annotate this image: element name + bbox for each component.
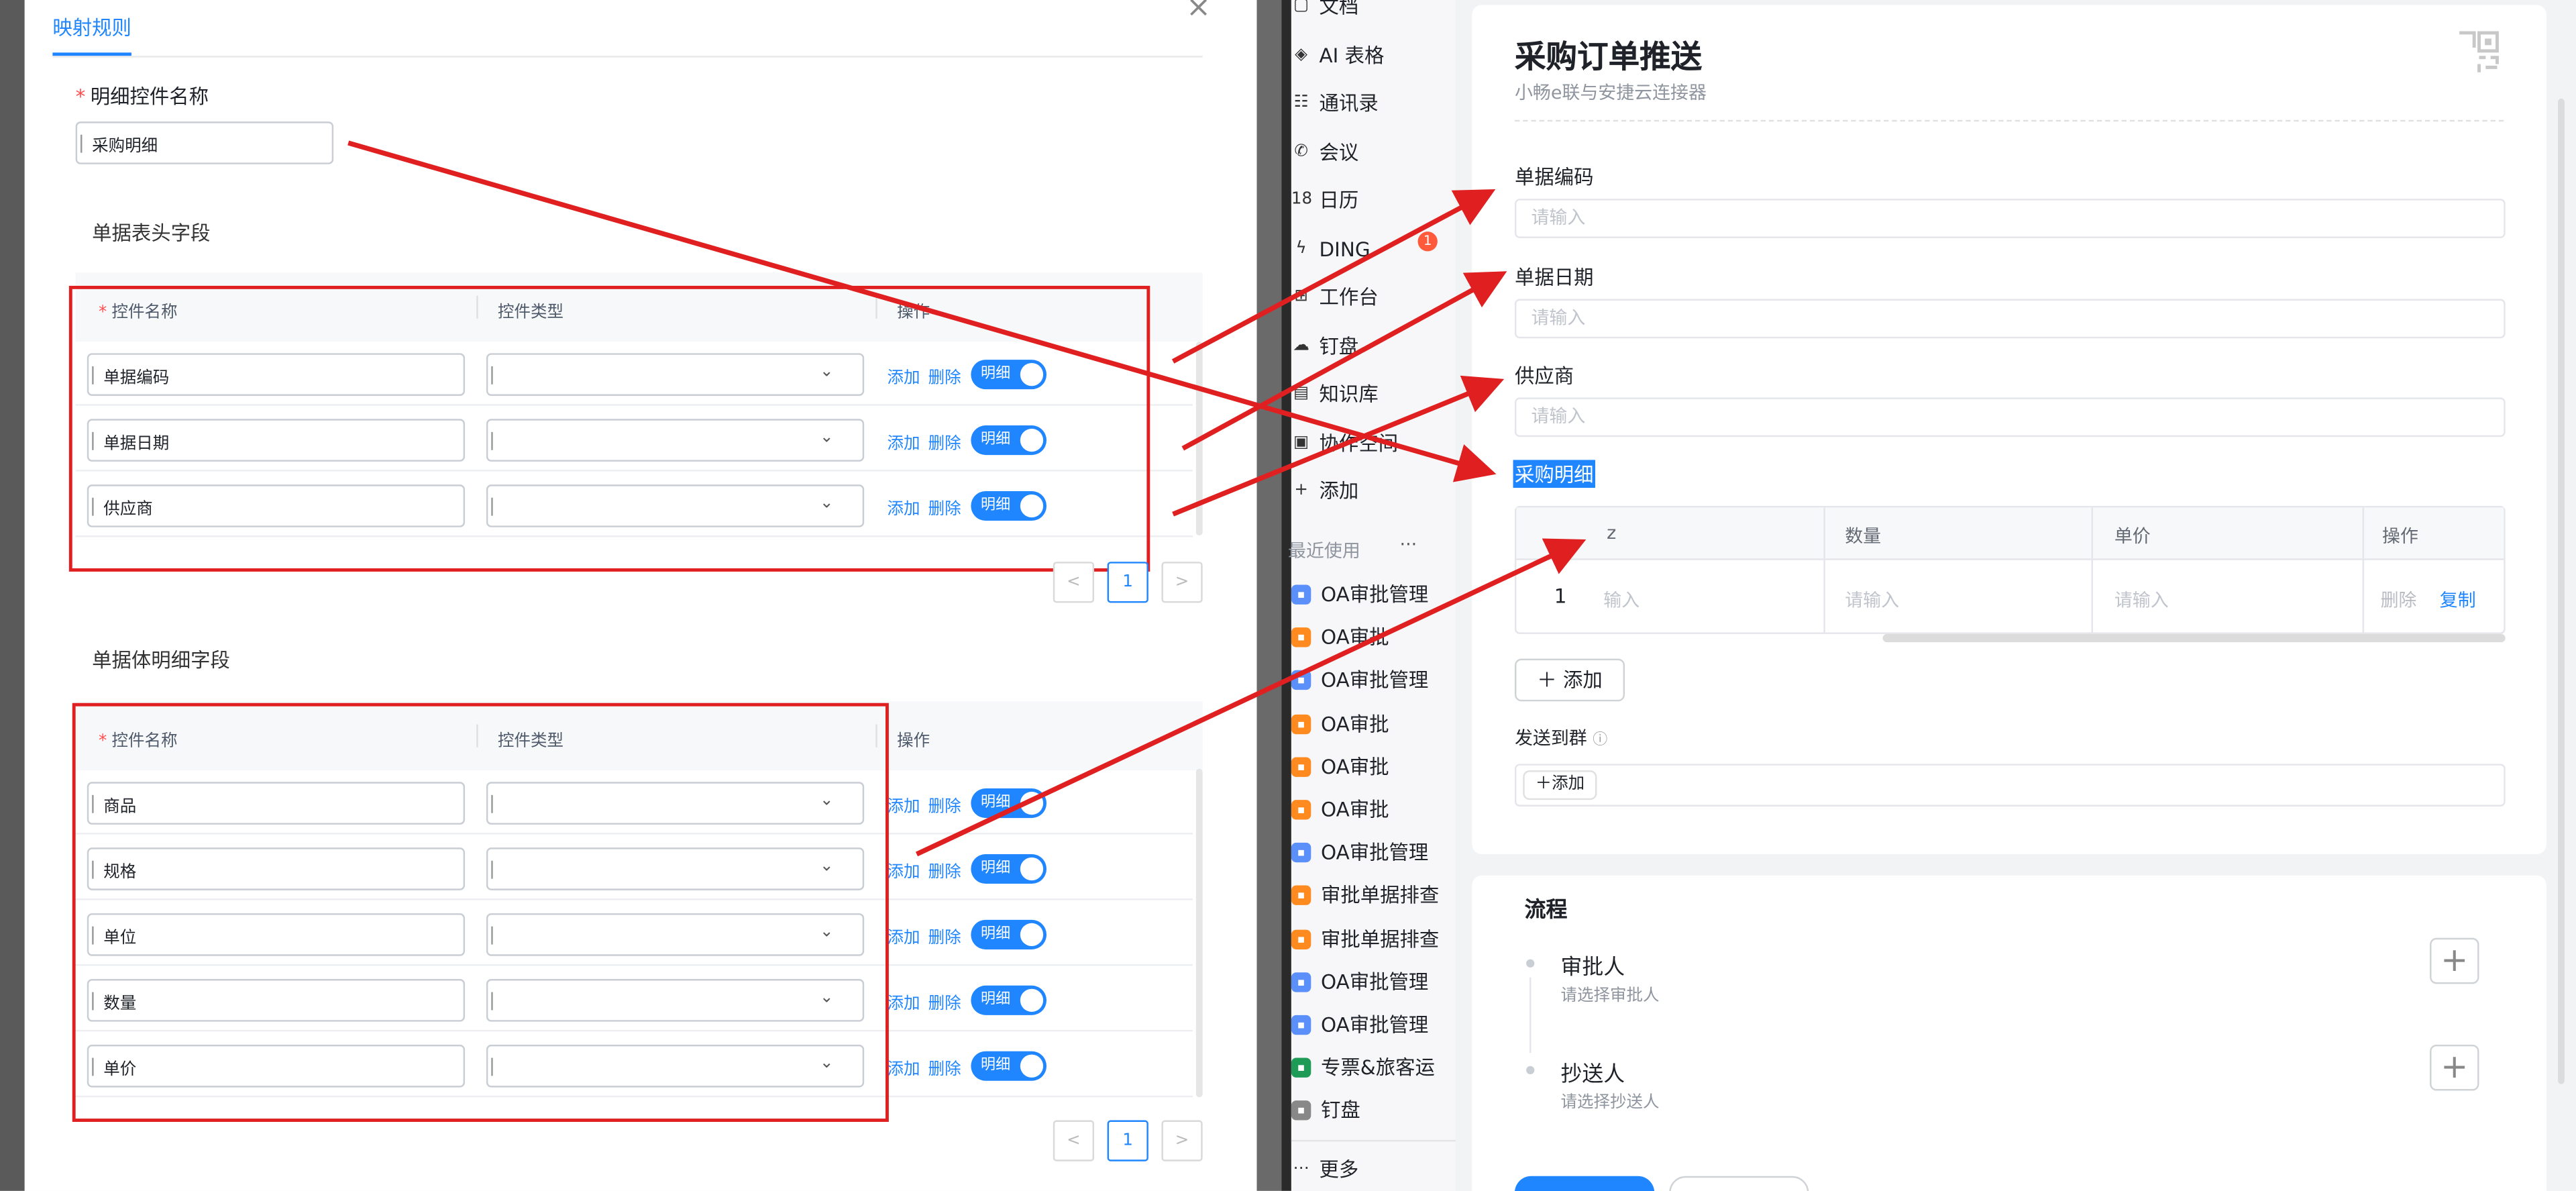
arrow-field-3 [1172, 375, 1505, 517]
arrow-field-1 [1171, 189, 1496, 364]
annotation-arrows [347, 140, 1587, 857]
arrow-field-2 [1181, 271, 1507, 451]
arrow-detail [347, 140, 1497, 482]
arrow-body-field [915, 538, 1587, 857]
